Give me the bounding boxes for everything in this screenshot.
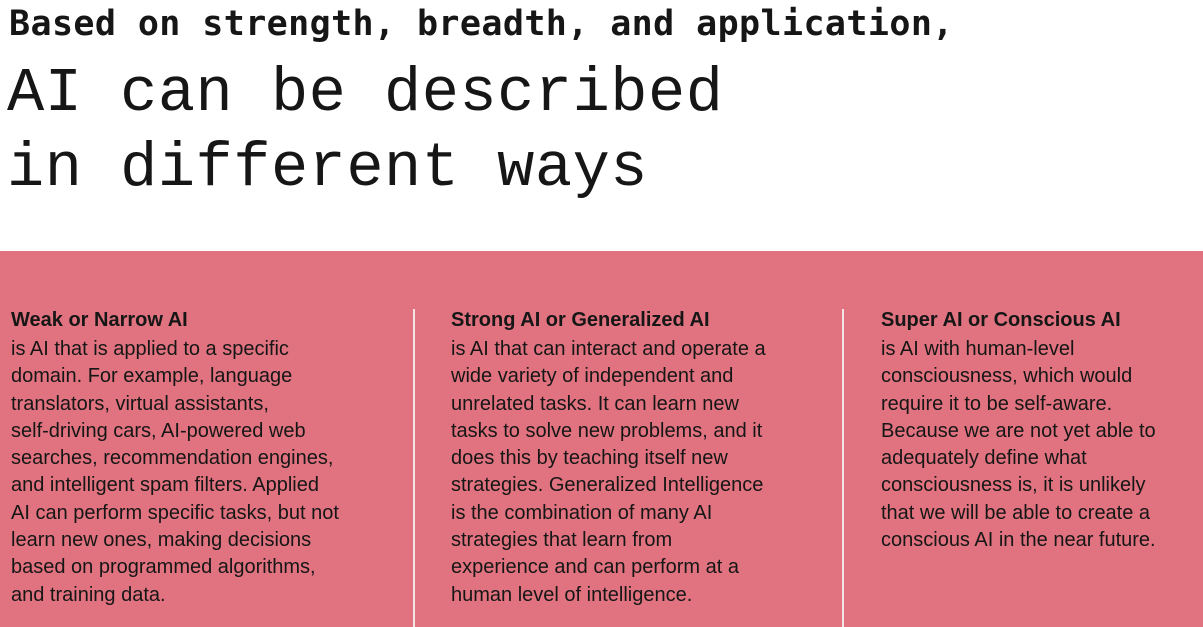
category-description: is AI that is applied to a specific doma… [11,336,396,609]
category-description: is AI with human-level consciousness, wh… [881,336,1196,554]
description-line: human level of intelligence. [451,583,693,606]
description-line: searches, recommendation engines, [11,447,334,470]
header: Based on strength, breadth, and applicat… [0,0,1203,251]
description-line: conscious AI in the near future. [881,529,1156,552]
description-line: domain. For example, language [11,365,293,388]
description-line: does this by teaching itself new [451,447,728,470]
description-line: consciousness is, it is unlikely [881,474,1146,497]
description-line: wide variety of independent and [451,365,734,388]
description-line: that we will be able to create a [881,501,1151,524]
description-line: strategies. Generalized Intelligence [451,474,764,497]
page-title-line-2: in different ways [7,133,649,204]
category-heading: Weak or Narrow AI [11,309,188,331]
description-line: strategies that learn from [451,529,673,552]
description-line: is AI that is applied to a specific [11,338,289,360]
description-line: self-driving cars, AI-powered web [11,419,306,442]
subtitle: Based on strength, breadth, and applicat… [9,4,954,44]
category-description: is AI that can interact and operate a wi… [451,336,826,609]
description-line: experience and can perform at a [451,556,739,579]
description-line: translators, virtual assistants, [11,392,269,415]
category-super-ai: Super AI or Conscious AI is AI with huma… [881,307,1196,554]
description-line: based on programmed algorithms, [11,556,316,579]
column-divider [842,309,844,627]
description-line: learn new ones, making decisions [11,529,312,552]
category-heading: Strong AI or Generalized AI [451,309,710,331]
description-line: tasks to solve new problems, and it [451,419,763,442]
description-line: is the combination of many AI [451,501,713,524]
description-line: is AI that can interact and operate a [451,338,766,360]
description-line: and training data. [11,583,166,606]
page-title: AI can be described in different ways [7,56,723,206]
description-line: require it to be self-aware. [881,392,1113,415]
description-line: unrelated tasks. It can learn new [451,392,739,415]
description-line: consciousness, which would [881,365,1133,388]
description-line: and intelligent spam filters. Applied [11,474,319,497]
description-line: AI can perform specific tasks, but not [11,501,339,524]
category-strong-ai: Strong AI or Generalized AI is AI that c… [451,307,826,609]
categories-panel: Weak or Narrow AI is AI that is applied … [0,251,1203,627]
description-line: Because we are not yet able to [881,419,1156,442]
column-divider [413,309,415,627]
description-line: is AI with human-level [881,338,1075,360]
category-weak-ai: Weak or Narrow AI is AI that is applied … [11,307,396,609]
category-heading: Super AI or Conscious AI [881,309,1121,331]
description-line: adequately define what [881,447,1087,470]
page-title-line-1: AI can be described [7,58,724,129]
